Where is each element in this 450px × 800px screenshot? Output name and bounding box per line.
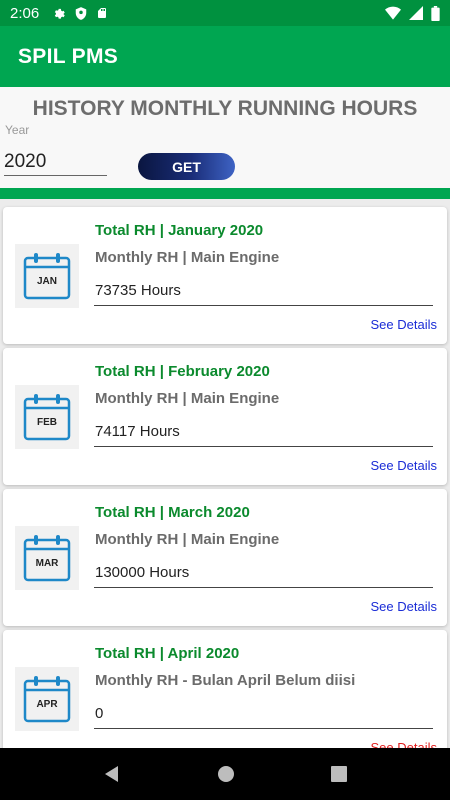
calendar-tile: MAR [15,526,79,590]
month-card-mar[interactable]: MAR Total RH | March 2020 Monthly RH | M… [3,489,447,626]
running-hours-value: 130000 Hours [94,564,433,588]
card-title: Total RH | February 2020 [95,363,270,380]
recents-icon[interactable] [331,766,347,782]
month-abbr: APR [36,699,58,710]
back-icon[interactable] [103,765,121,783]
running-hours-value: 73735 Hours [94,282,433,306]
sd-card-icon [98,8,107,18]
month-card-jan[interactable]: JAN Total RH | January 2020 Monthly RH |… [3,207,447,344]
signal-icon [409,6,423,20]
get-button[interactable]: GET [138,153,235,180]
running-hours-value: 74117 Hours [94,423,433,447]
status-bar: 2:06 [0,0,450,26]
calendar-tile: APR [15,667,79,731]
calendar-tile: FEB [15,385,79,449]
month-abbr: JAN [36,276,57,287]
month-card-apr[interactable]: APR Total RH | April 2020 Monthly RH - B… [3,630,447,748]
card-subtitle: Monthly RH | Main Engine [95,249,280,266]
card-title: Total RH | March 2020 [95,504,250,521]
see-details-link[interactable]: See Details [371,458,437,473]
gear-icon [55,8,65,19]
card-subtitle: Monthly RH | Main Engine [95,390,280,407]
card-title: Total RH | April 2020 [95,645,240,662]
month-card-feb[interactable]: FEB Total RH | February 2020 Monthly RH … [3,348,447,485]
see-details-link[interactable]: See Details [371,317,437,332]
filter-panel: HISTORY MONTHLY RUNNING HOURS Year GET [0,87,450,188]
card-title: Total RH | January 2020 [95,222,264,239]
system-nav-bar [0,748,450,800]
app-title: SPIL PMS [18,44,119,68]
month-abbr: MAR [35,558,59,569]
home-icon[interactable] [217,765,235,783]
month-abbr: FEB [37,417,57,428]
running-hours-value: 0 [94,705,433,729]
page-heading: HISTORY MONTHLY RUNNING HOURS [32,97,418,120]
app-bar: SPIL PMS [0,26,450,87]
see-details-link[interactable]: See Details [371,740,437,748]
card-subtitle: Monthly RH | Main Engine [95,531,280,548]
monthly-list[interactable]: JAN Total RH | January 2020 Monthly RH |… [0,199,450,748]
calendar-tile: JAN [15,244,79,308]
shield-icon [75,6,87,20]
battery-icon [431,5,440,21]
see-details-link[interactable]: See Details [371,599,437,614]
status-time: 2:06 [10,4,40,22]
year-label: Year [5,123,30,137]
year-input[interactable] [4,146,107,176]
card-subtitle: Monthly RH - Bulan April Belum diisi [95,672,356,689]
header-divider [0,188,450,199]
wifi-icon [385,6,401,20]
